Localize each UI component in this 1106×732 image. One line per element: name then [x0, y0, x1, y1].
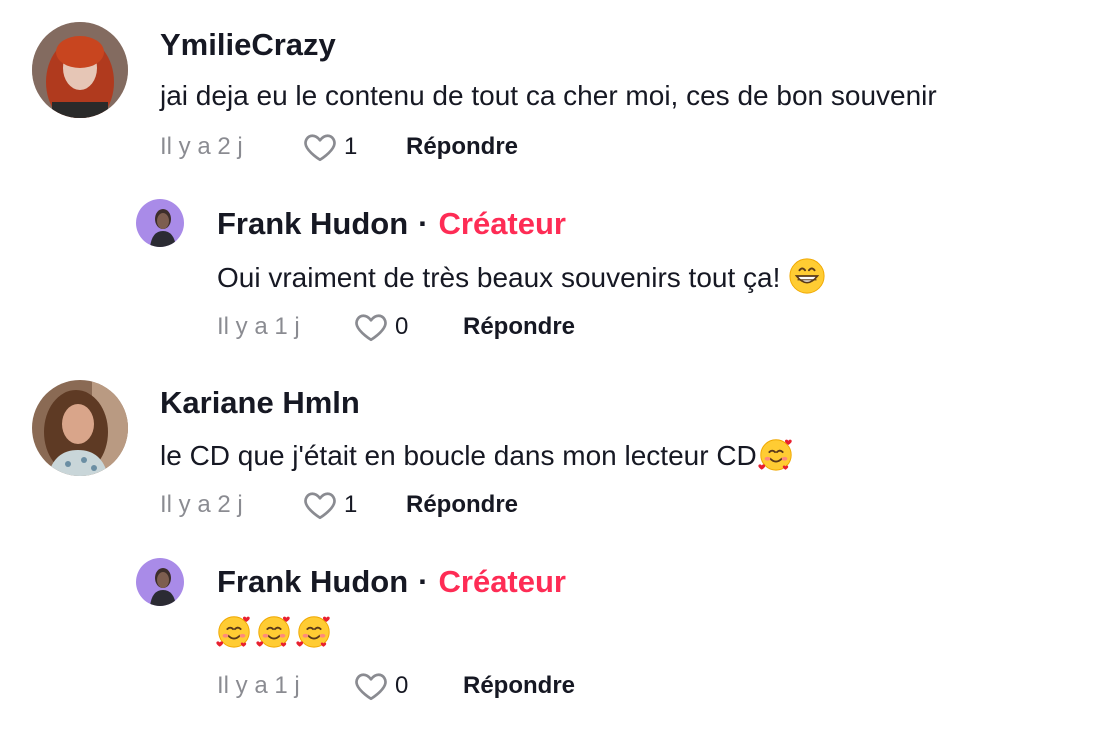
comment-item: Kariane Hmln le CD que j'était en boucle… — [0, 360, 1106, 540]
username[interactable]: YmilieCrazy — [160, 27, 336, 63]
like-button[interactable]: 0 — [353, 668, 463, 704]
avatar[interactable] — [32, 22, 128, 118]
username[interactable]: Frank Hudon · Créateur — [217, 206, 566, 242]
username-text[interactable]: Frank Hudon — [217, 564, 408, 599]
smiling-face-with-hearts-emoji — [758, 439, 792, 471]
heart-icon — [355, 314, 387, 342]
timestamp: Il y a 1 j — [217, 672, 300, 699]
separator-dot: · — [418, 564, 429, 599]
like-button[interactable]: 1 — [302, 129, 406, 165]
smiling-face-with-hearts-emoji — [216, 616, 250, 648]
separator-dot: · — [418, 206, 429, 241]
reply-item: Frank Hudon · Créateur Oui vraiment de trè… — [0, 180, 1106, 360]
username-text[interactable]: Frank Hudon — [217, 206, 408, 241]
timestamp: Il y a 2 j — [160, 491, 243, 518]
creator-badge: Créateur — [438, 206, 567, 241]
comment-item: YmilieCrazy jai deja eu le contenu de to… — [0, 0, 1106, 180]
reply-button[interactable]: Répondre — [463, 672, 575, 700]
smiling-face-with-hearts-emoji — [256, 616, 290, 648]
comment-text: le CD que j'était en boucle dans mon lec… — [160, 435, 795, 474]
comment-text-content: Oui vraiment de très beaux souvenirs tou… — [217, 262, 781, 293]
comment-text: jai deja eu le contenu de tout ca cher m… — [160, 80, 937, 111]
comment-text: Oui vraiment de très beaux souvenirs tou… — [217, 257, 826, 296]
grinning-face-emoji — [789, 258, 825, 294]
username[interactable]: Frank Hudon · Créateur — [217, 564, 566, 600]
heart-icon — [304, 492, 336, 520]
comment-actions: Il y a 1 j 0 Répondre — [217, 307, 575, 347]
timestamp: Il y a 2 j — [160, 133, 243, 160]
heart-icon — [355, 673, 387, 701]
like-button[interactable]: 1 — [302, 487, 406, 523]
avatar[interactable] — [32, 380, 128, 476]
smiling-face-with-hearts-emoji — [296, 616, 330, 648]
reply-button[interactable]: Répondre — [406, 133, 518, 161]
comment-text — [215, 612, 333, 651]
comment-text-content: le CD que j'était en boucle dans mon lec… — [160, 440, 757, 471]
like-count: 0 — [395, 672, 409, 699]
avatar[interactable] — [136, 558, 184, 606]
like-count: 0 — [395, 313, 409, 340]
comment-actions: Il y a 2 j 1 Répondre — [160, 127, 518, 167]
comment-actions: Il y a 2 j 1 Répondre — [160, 485, 518, 525]
like-count: 1 — [344, 491, 358, 518]
avatar[interactable] — [136, 199, 184, 247]
timestamp: Il y a 1 j — [217, 313, 300, 340]
reply-item: Frank Hudon · Créateur Il y a 1 j 0 Répo… — [0, 540, 1106, 732]
reply-button[interactable]: Répondre — [463, 313, 575, 341]
username[interactable]: Kariane Hmln — [160, 385, 360, 421]
like-button[interactable]: 0 — [353, 309, 463, 345]
like-count: 1 — [344, 133, 358, 160]
creator-badge: Créateur — [438, 564, 567, 599]
heart-icon — [304, 134, 336, 162]
reply-button[interactable]: Répondre — [406, 491, 518, 519]
comment-actions: Il y a 1 j 0 Répondre — [217, 666, 575, 706]
